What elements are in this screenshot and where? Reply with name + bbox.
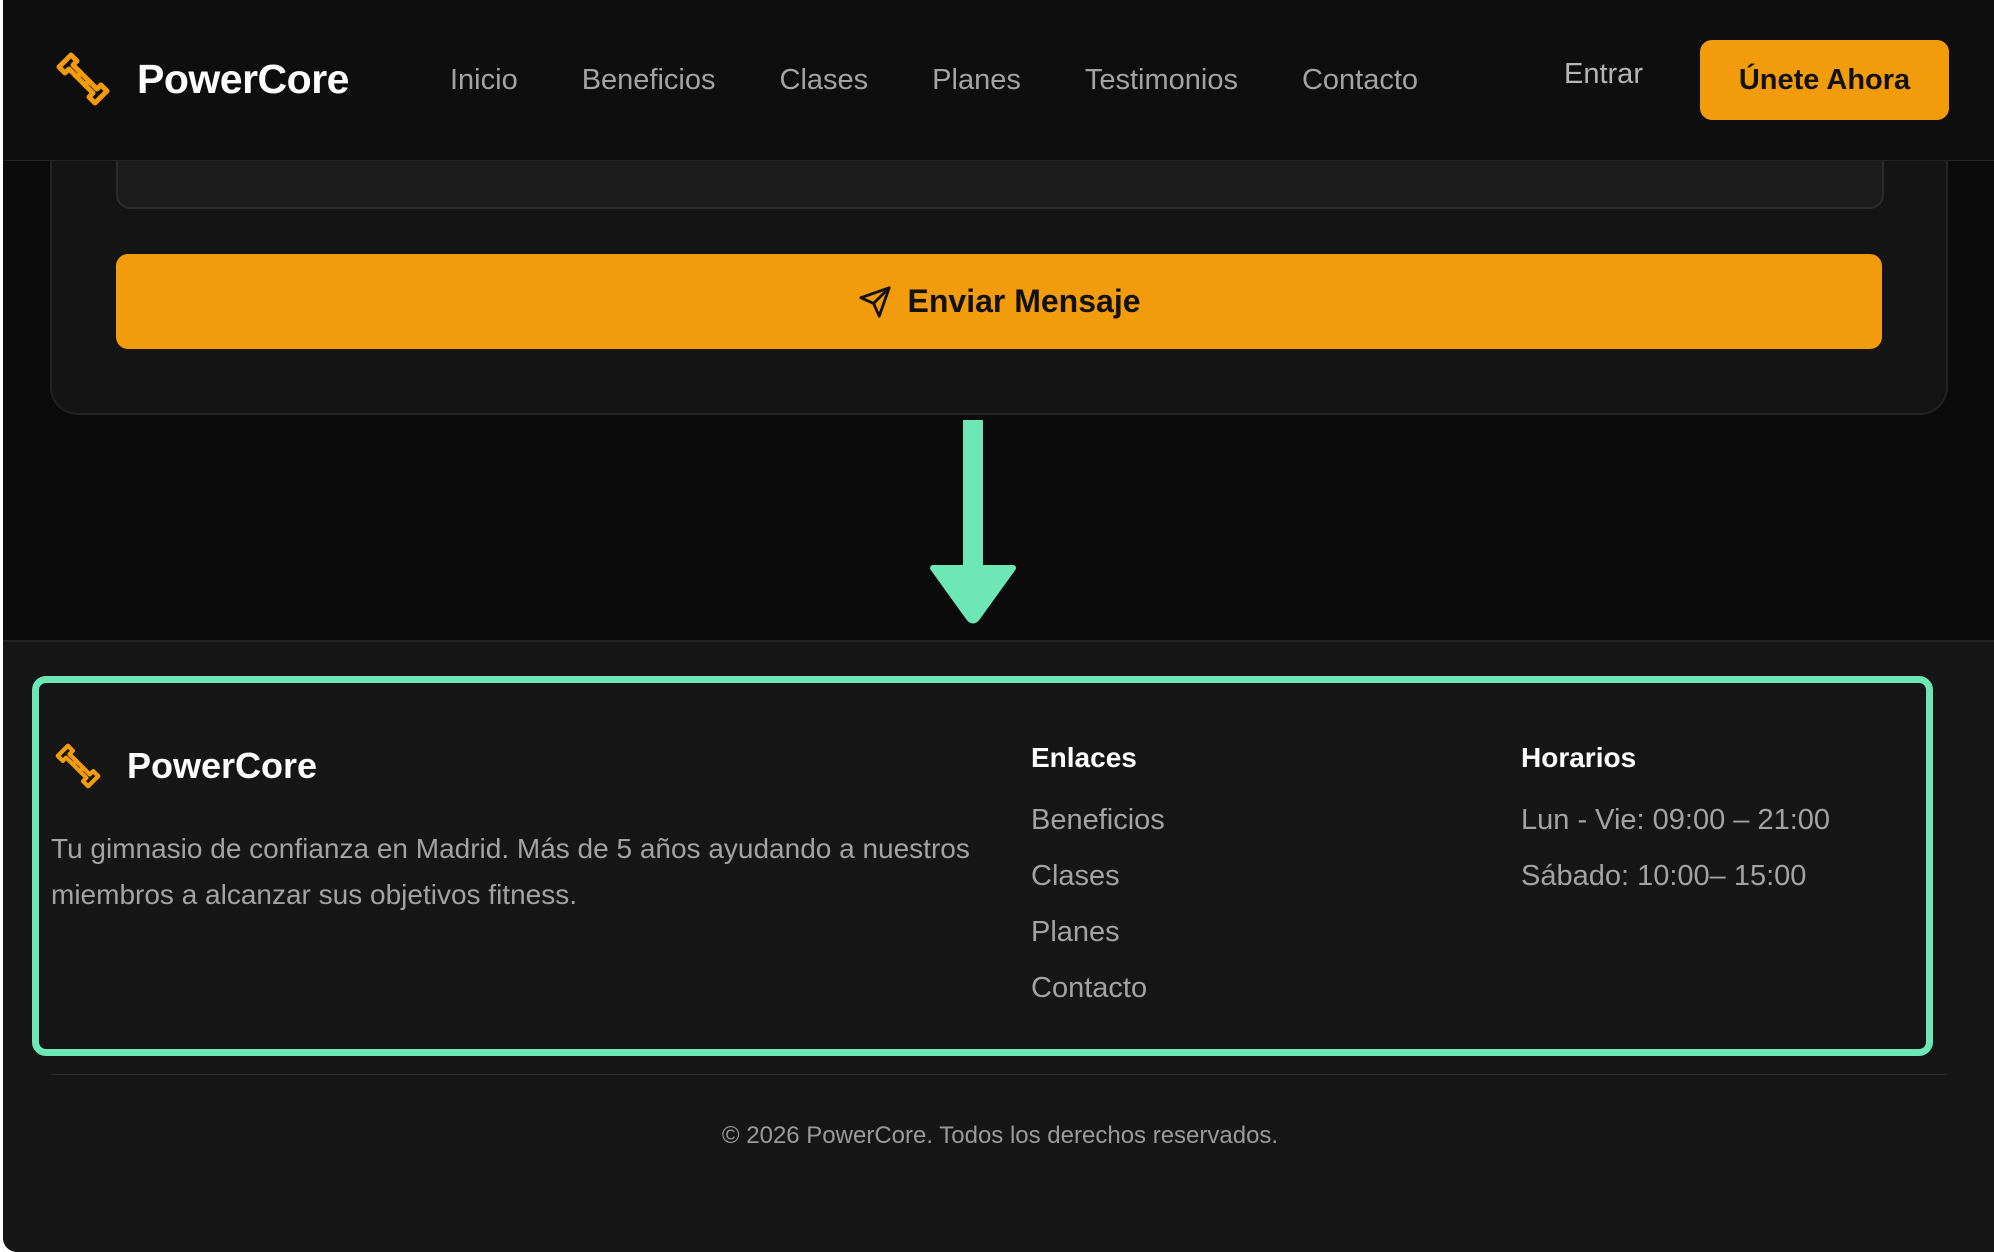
copyright-text: © 2026 PowerCore. Todos los derechos res…	[721, 1122, 1279, 1149]
main-nav: Inicio Beneficios Clases Planes Testimon…	[450, 58, 1482, 102]
join-now-button[interactable]: Únete Ahora	[1700, 40, 1949, 120]
navbar: PowerCore Inicio Beneficios Clases Plane…	[3, 0, 1994, 161]
footer-highlight-box	[32, 676, 1933, 1056]
footer-divider	[51, 1074, 1947, 1075]
brand-logo[interactable]: PowerCore	[51, 46, 349, 112]
send-icon	[858, 285, 891, 318]
nav-contacto[interactable]: Contacto	[1302, 64, 1418, 97]
send-message-button[interactable]: Enviar Mensaje	[116, 254, 1882, 349]
app-window: Enviar Mensaje PowerCore Inicio Benefici…	[3, 0, 1994, 1252]
nav-testimonios[interactable]: Testimonios	[1085, 64, 1238, 97]
send-message-label: Enviar Mensaje	[907, 283, 1141, 319]
nav-inicio[interactable]: Inicio	[450, 64, 518, 97]
login-link[interactable]: Entrar	[1564, 58, 1643, 91]
nav-beneficios[interactable]: Beneficios	[582, 64, 716, 97]
nav-clases[interactable]: Clases	[780, 64, 869, 97]
brand-name: PowerCore	[137, 55, 349, 102]
dumbbell-icon	[56, 52, 110, 106]
nav-planes[interactable]: Planes	[932, 64, 1021, 97]
arrow-down-icon	[930, 420, 1016, 624]
